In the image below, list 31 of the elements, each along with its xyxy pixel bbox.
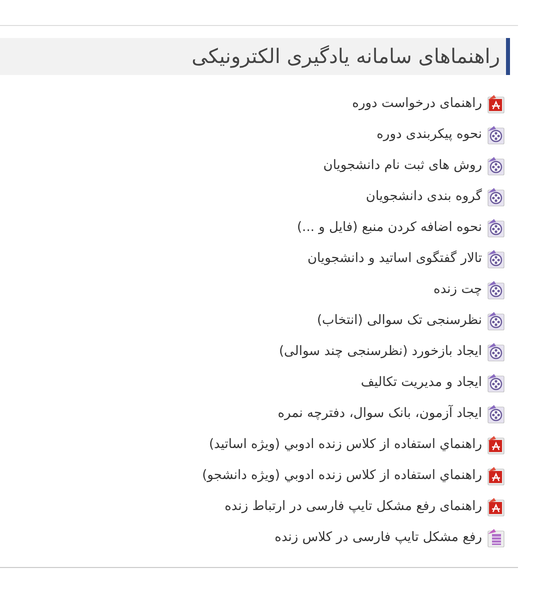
guide-link[interactable]: راهنماي استفاده از كلاس زنده ادوبي (ويژه دانشجو) xyxy=(202,468,482,483)
block-title: راهنماهای سامانه یادگیری الکترونیکی xyxy=(0,38,510,75)
guide-link[interactable]: راهنمای درخواست دوره xyxy=(352,96,482,111)
guide-link[interactable]: نظرسنجی تک سوالی (انتخاب) xyxy=(316,313,482,328)
film-reel-icon xyxy=(486,248,506,268)
guide-link[interactable]: روش های ثبت نام دانشجویان xyxy=(323,158,482,173)
guide-link[interactable]: ایجاد آزمون، بانک سوال، دفترچه نمره xyxy=(278,406,482,421)
film-reel-icon xyxy=(486,124,506,144)
pdf-file-icon xyxy=(486,496,506,516)
guide-link[interactable]: گروه بندی دانشجویان xyxy=(366,189,482,204)
pdf-file-icon xyxy=(486,94,506,114)
guide-link[interactable]: راهنمای رفع مشکل تایپ فارسی در ارتباط زنده xyxy=(224,499,482,514)
film-reel-icon xyxy=(486,310,506,330)
pdf-file-icon xyxy=(486,434,506,454)
guide-link[interactable]: نحوه اضافه کردن منبع (فایل و ...) xyxy=(296,220,482,235)
film-reel-icon xyxy=(486,404,506,424)
film-reel-icon xyxy=(486,280,506,300)
film-reel-icon xyxy=(486,186,506,206)
guide-link[interactable]: ایجاد بازخورد (نظرسنجی چند سوالی) xyxy=(278,344,482,359)
guide-link[interactable]: رفع مشکل تایپ فارسی در کلاس زنده xyxy=(274,530,482,545)
pdf-file-icon xyxy=(486,466,506,486)
guide-link[interactable]: ایجاد و مدیریت تکالیف xyxy=(360,375,482,390)
guide-link[interactable]: راهنماي استفاده از كلاس زنده ادوبي (ويژه اساتيد) xyxy=(208,437,482,452)
film-reel-icon xyxy=(486,156,506,176)
guide-link[interactable]: تالار گفتگوی اساتید و دانشجویان xyxy=(307,251,482,266)
guide-link[interactable]: نحوه پیکربندی دوره xyxy=(376,127,482,142)
film-reel-icon xyxy=(486,218,506,238)
document-icon xyxy=(486,528,506,548)
film-reel-icon xyxy=(486,342,506,362)
film-reel-icon xyxy=(486,372,506,392)
guide-link[interactable]: چت زنده xyxy=(434,282,482,297)
